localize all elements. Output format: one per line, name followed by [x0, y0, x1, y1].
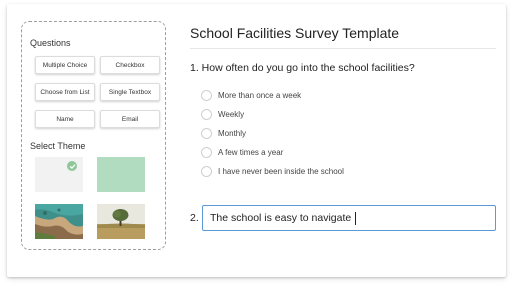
multiple-choice-button[interactable]: Multiple Choice: [35, 56, 95, 74]
question-palette: Questions Multiple Choice Checkbox Choos…: [21, 21, 166, 250]
option-label: Monthly: [218, 128, 247, 138]
theme-coastline-photo[interactable]: [35, 204, 83, 239]
q1-option[interactable]: Weekly: [201, 108, 244, 120]
choose-from-list-button[interactable]: Choose from List: [35, 83, 95, 101]
title-divider: [190, 48, 496, 49]
radio-button[interactable]: [201, 108, 212, 120]
single-textbox-button[interactable]: Single Textbox: [100, 83, 160, 101]
option-label: A few times a year: [218, 147, 284, 157]
theme-plain-light[interactable]: [35, 157, 83, 192]
text-cursor: [355, 211, 357, 225]
radio-button[interactable]: [201, 127, 212, 139]
radio-button[interactable]: [201, 165, 212, 177]
theme-mint-green[interactable]: [97, 157, 145, 192]
question-2-input[interactable]: The school is easy to navigate: [202, 205, 496, 231]
name-button[interactable]: Name: [35, 110, 95, 128]
q1-option[interactable]: I have never been inside the school: [201, 165, 344, 177]
radio-button[interactable]: [201, 146, 212, 158]
option-label: More than once a week: [218, 90, 302, 100]
email-button[interactable]: Email: [100, 110, 160, 128]
question-2-text: The school is easy to navigate: [210, 212, 352, 224]
option-label: Weekly: [218, 109, 245, 119]
questions-heading: Questions: [30, 38, 71, 48]
option-label: I have never been inside the school: [218, 166, 344, 176]
select-theme-heading: Select Theme: [30, 141, 86, 151]
theme-tree-field-photo[interactable]: [97, 204, 145, 239]
question-1-text: 1. How often do you go into the school f…: [190, 62, 415, 74]
checkbox-button[interactable]: Checkbox: [100, 56, 160, 74]
question-2-number: 2.: [190, 212, 199, 224]
q1-option[interactable]: More than once a week: [201, 89, 301, 101]
q1-option[interactable]: A few times a year: [201, 146, 283, 158]
radio-button[interactable]: [201, 89, 212, 101]
check-icon: [67, 161, 77, 171]
survey-title: School Facilities Survey Template: [190, 25, 400, 41]
q1-option[interactable]: Monthly: [201, 127, 246, 139]
